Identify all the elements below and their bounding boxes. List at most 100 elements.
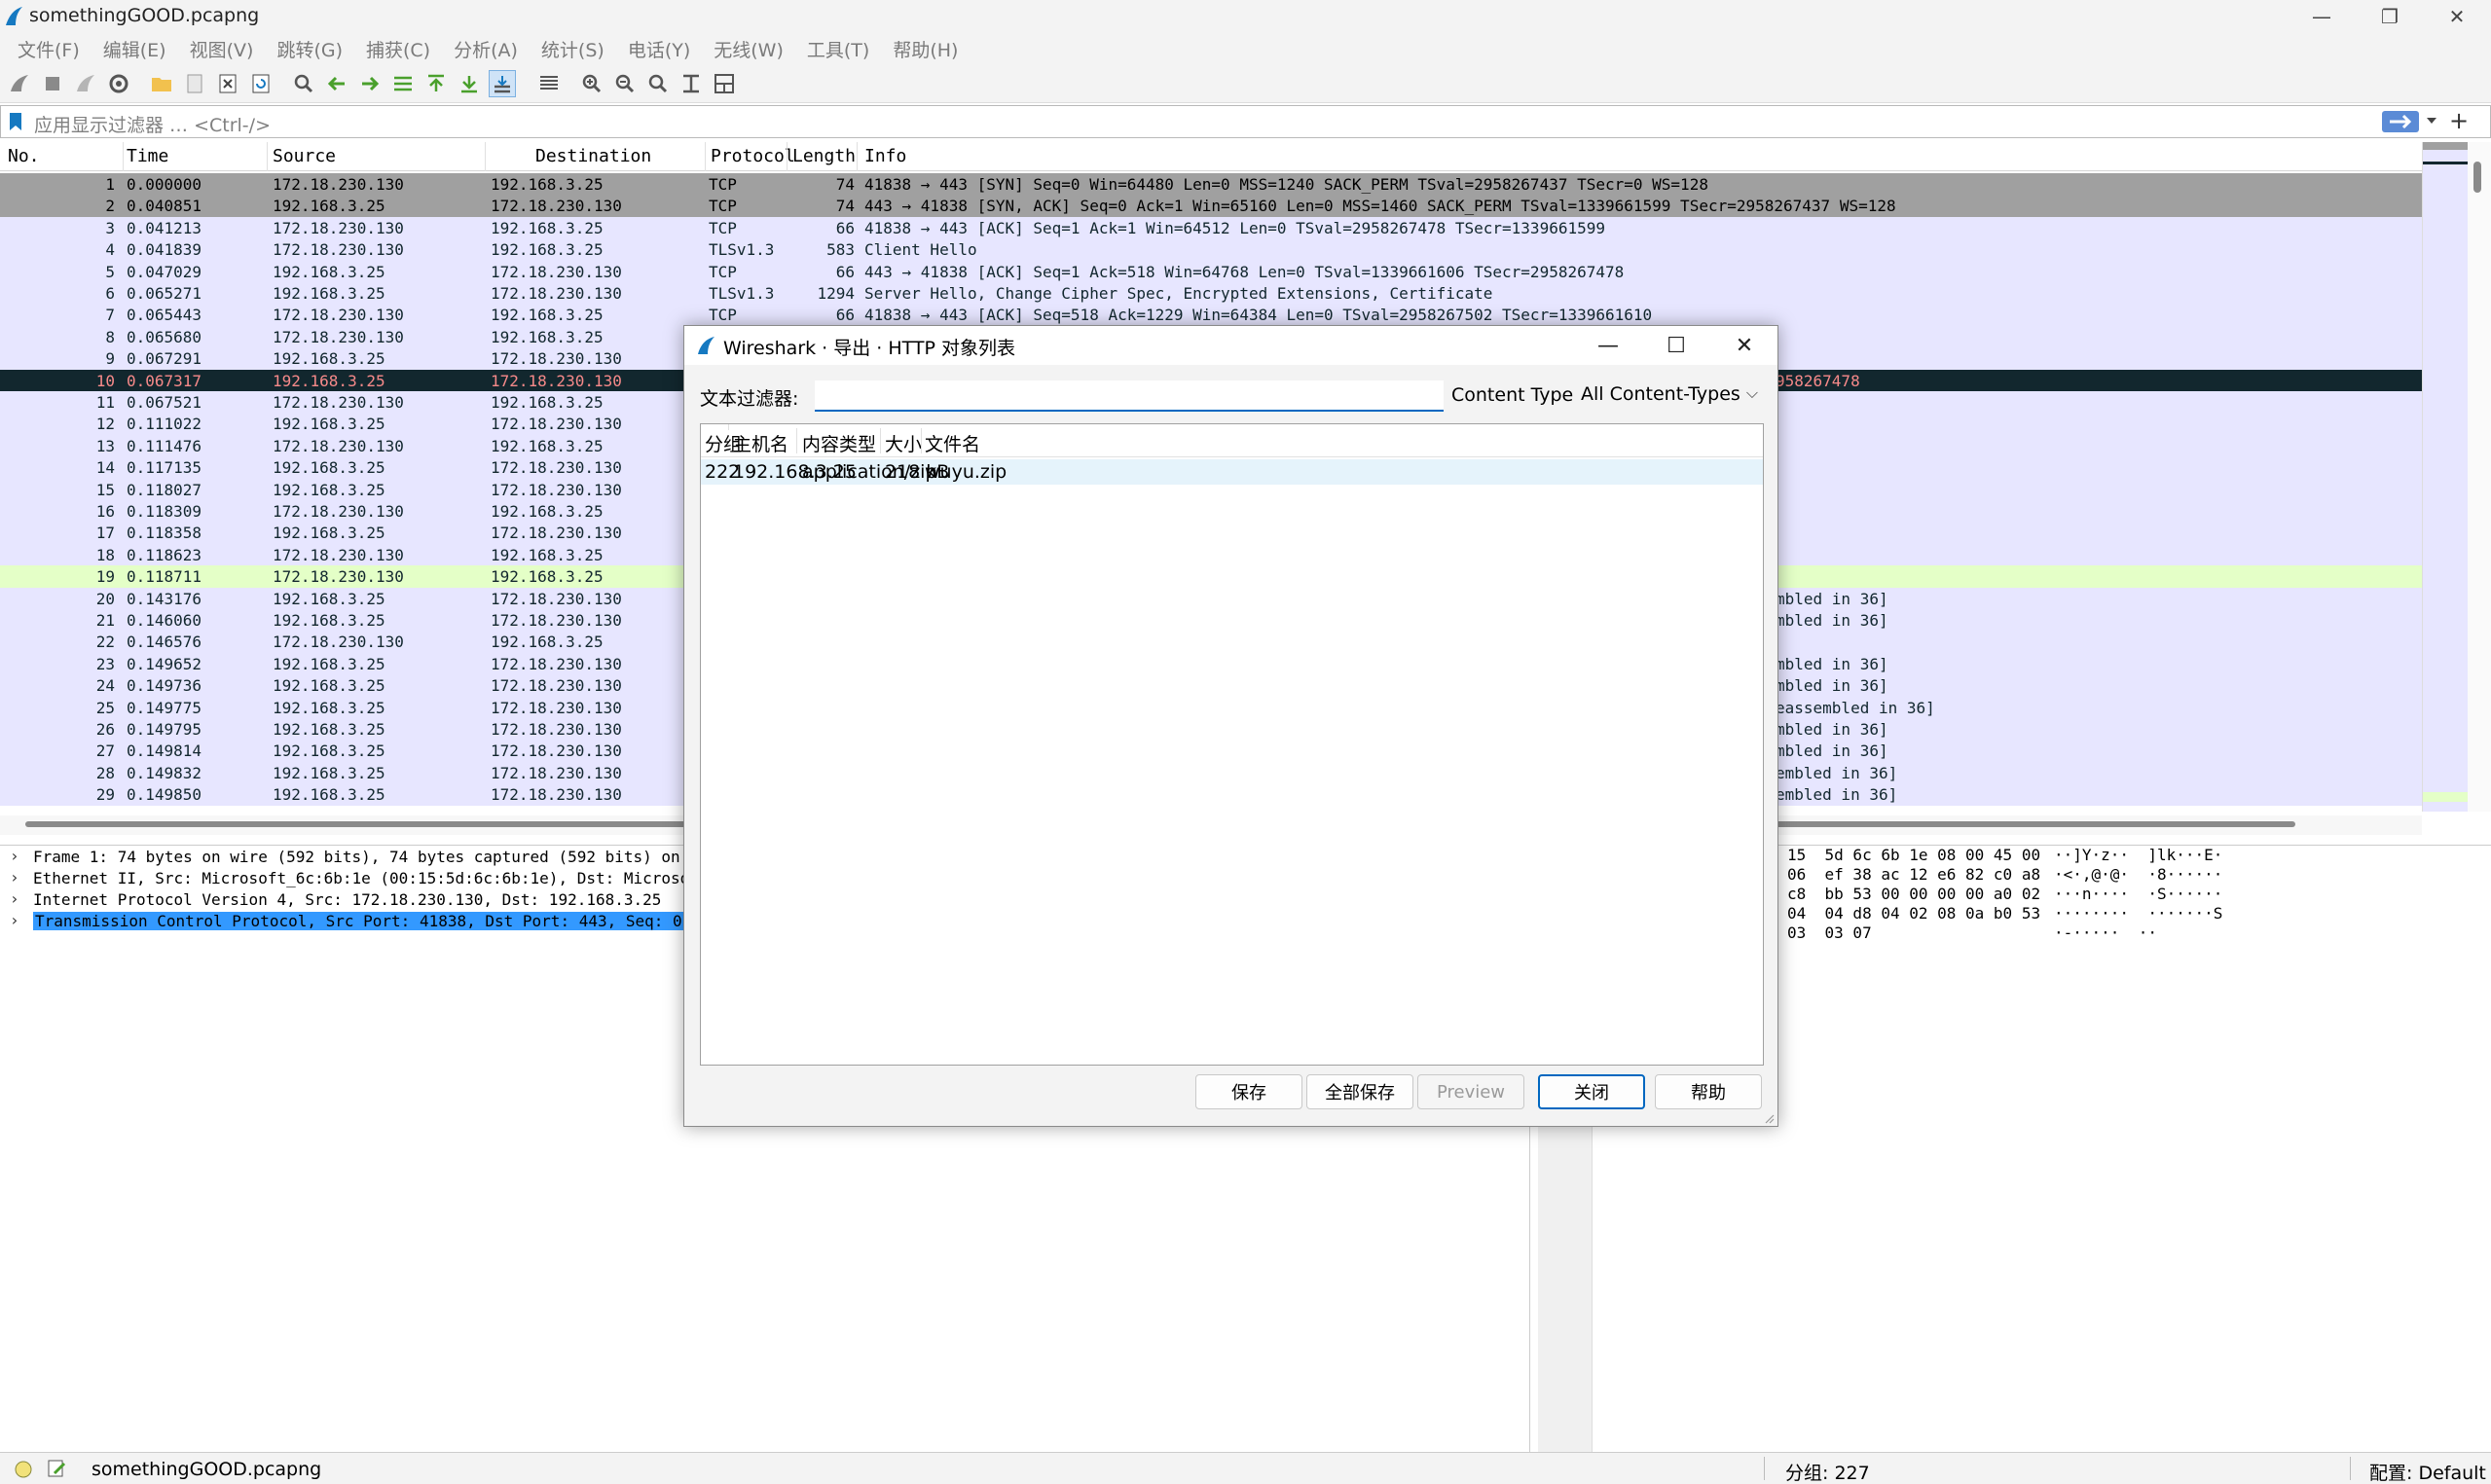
packet-row[interactable]: 4 0.041839 172.18.230.130 192.168.3.25 TLSv1…: [0, 238, 2422, 261]
packet-cell-time: 0.065443: [127, 306, 202, 325]
add-filter-button[interactable]: +: [2449, 107, 2469, 134]
column-header-time[interactable]: Time: [127, 146, 168, 166]
display-filter-bar[interactable]: 应用显示过滤器 … <Ctrl-/> +: [0, 105, 2491, 138]
menu-telephony[interactable]: 电话(Y): [616, 36, 702, 62]
resize-columns-icon[interactable]: [678, 70, 705, 97]
colorize-icon[interactable]: [535, 70, 563, 97]
packet-list-minimap[interactable]: [2422, 142, 2491, 812]
close-window-button[interactable]: ✕: [2423, 0, 2491, 33]
expert-info-icon[interactable]: [14, 1460, 33, 1479]
packet-cell-proto: TLSv1.3: [709, 240, 775, 260]
close-button[interactable]: 关闭: [1538, 1074, 1645, 1109]
column-header-info[interactable]: Info: [864, 146, 906, 166]
filter-history-dropdown-icon[interactable]: [2425, 114, 2438, 127]
menu-statistics[interactable]: 统计(S): [530, 36, 616, 62]
packet-cell-info: eassembled in 36]: [1776, 698, 1935, 717]
packet-cell-time: 0.143176: [127, 589, 202, 608]
display-filter-input[interactable]: 应用显示过滤器 … <Ctrl-/>: [34, 111, 271, 137]
menu-tools[interactable]: 工具(T): [795, 36, 881, 62]
packet-cell-time: 0.149832: [127, 763, 202, 782]
packet-cell-src: 172.18.230.130: [273, 436, 404, 455]
menu-wireless[interactable]: 无线(W): [702, 36, 795, 62]
go-back-icon[interactable]: [323, 70, 350, 97]
wireshark-logo-icon: [698, 337, 714, 354]
menu-go[interactable]: 跳转(G): [265, 36, 354, 62]
expand-chevron-icon[interactable]: ›: [10, 868, 19, 887]
packet-cell-info: mbled in 36]: [1776, 654, 1888, 673]
layout-panes-icon[interactable]: [711, 70, 738, 97]
capture-comment-icon[interactable]: [47, 1458, 68, 1479]
minimize-button[interactable]: —: [2288, 0, 2356, 33]
expand-chevron-icon[interactable]: ›: [10, 911, 19, 929]
menu-file[interactable]: 文件(F): [6, 36, 92, 62]
packet-cell-time: 0.149736: [127, 676, 202, 696]
http-objects-table[interactable]: 分组 主机名 内容类型 大小 文件名 222 192.168.3.25 appl…: [700, 423, 1764, 1066]
apply-filter-arrow-icon[interactable]: [2382, 111, 2419, 132]
packet-cell-dst: 172.18.230.130: [491, 480, 622, 499]
packet-cell-time: 0.040851: [127, 197, 202, 216]
restore-button[interactable]: ❐: [2356, 0, 2424, 33]
detail-text: Internet Protocol Version 4, Src: 172.18…: [33, 890, 662, 909]
resize-grip-icon[interactable]: [1763, 1112, 1775, 1124]
column-header-content-type[interactable]: 内容类型: [802, 430, 876, 456]
http-object-row[interactable]: 222 192.168.3.25 application/zip 218 kB …: [701, 459, 1763, 485]
find-packet-icon[interactable]: [290, 70, 317, 97]
column-header-size[interactable]: 大小: [885, 430, 922, 456]
go-to-packet-icon[interactable]: [389, 70, 417, 97]
packet-row[interactable]: 7 0.065443 172.18.230.130 192.168.3.25 TCP 66…: [0, 304, 2422, 326]
packet-cell-src: 172.18.230.130: [273, 502, 404, 521]
go-forward-icon[interactable]: [356, 70, 384, 97]
dialog-maximize-button[interactable]: ☐: [1642, 326, 1710, 365]
save-button[interactable]: 保存: [1195, 1074, 1302, 1109]
zoom-in-icon[interactable]: [578, 70, 605, 97]
menu-edit[interactable]: 编辑(E): [92, 36, 178, 62]
auto-scroll-icon[interactable]: [489, 70, 516, 97]
open-file-icon[interactable]: [148, 70, 175, 97]
dialog-minimize-button[interactable]: —: [1574, 326, 1642, 365]
stop-capture-icon[interactable]: [39, 70, 66, 97]
packet-row[interactable]: 2 0.040851 192.168.3.25 172.18.230.130 TCP 74…: [0, 195, 2422, 217]
packet-cell-no: 2: [105, 197, 115, 216]
vertical-scrollbar-thumb[interactable]: [2473, 162, 2481, 193]
column-header-length[interactable]: Length: [792, 146, 856, 166]
packet-row[interactable]: 6 0.065271 192.168.3.25 172.18.230.130 TLSv1…: [0, 282, 2422, 305]
column-header-filename[interactable]: 文件名: [925, 430, 980, 456]
status-profile[interactable]: 配置: Default: [2369, 1459, 2486, 1484]
dialog-close-button[interactable]: ✕: [1710, 326, 1778, 365]
help-button[interactable]: 帮助: [1655, 1074, 1762, 1109]
menu-analyze[interactable]: 分析(A): [442, 36, 530, 62]
packet-row[interactable]: 5 0.047029 192.168.3.25 172.18.230.130 TCP 66…: [0, 260, 2422, 282]
packet-cell-proto: TCP: [709, 262, 737, 281]
capture-options-icon[interactable]: [105, 70, 132, 97]
packet-row[interactable]: 3 0.041213 172.18.230.130 192.168.3.25 TCP 66…: [0, 216, 2422, 239]
packet-cell-time: 0.067521: [127, 393, 202, 412]
packet-cell-time: 0.067317: [127, 371, 202, 390]
column-header-destination[interactable]: Destination: [535, 146, 651, 166]
column-header-hostname[interactable]: 主机名: [733, 430, 788, 456]
close-file-icon[interactable]: [214, 70, 241, 97]
normal-size-icon[interactable]: [644, 70, 672, 97]
menu-capture[interactable]: 捕获(C): [354, 36, 442, 62]
reload-file-icon[interactable]: [247, 70, 275, 97]
preview-button[interactable]: Preview: [1417, 1074, 1524, 1109]
start-capture-icon[interactable]: [6, 70, 33, 97]
zoom-out-icon[interactable]: [611, 70, 639, 97]
packet-row[interactable]: 1 0.000000 172.18.230.130 192.168.3.25 TCP 74…: [0, 173, 2422, 196]
bookmark-icon[interactable]: [9, 112, 22, 131]
expand-chevron-icon[interactable]: ›: [10, 889, 19, 908]
column-header-protocol[interactable]: Protocol: [711, 146, 795, 166]
packet-cell-dst: 172.18.230.130: [491, 458, 622, 478]
go-last-packet-icon[interactable]: [456, 70, 483, 97]
content-type-select[interactable]: All Content-Types ⌵: [1575, 380, 1764, 412]
save-file-icon[interactable]: [181, 70, 208, 97]
menu-help[interactable]: 帮助(H): [881, 36, 970, 62]
column-header-no[interactable]: No.: [8, 146, 40, 166]
restart-capture-icon[interactable]: [72, 70, 99, 97]
packet-cell-dst: 172.18.230.130: [491, 611, 622, 630]
expand-chevron-icon[interactable]: ›: [10, 847, 19, 865]
column-header-source[interactable]: Source: [273, 146, 336, 166]
menu-view[interactable]: 视图(V): [178, 36, 266, 62]
save-all-button[interactable]: 全部保存: [1306, 1074, 1413, 1109]
go-first-packet-icon[interactable]: [422, 70, 450, 97]
text-filter-input[interactable]: [815, 380, 1444, 412]
